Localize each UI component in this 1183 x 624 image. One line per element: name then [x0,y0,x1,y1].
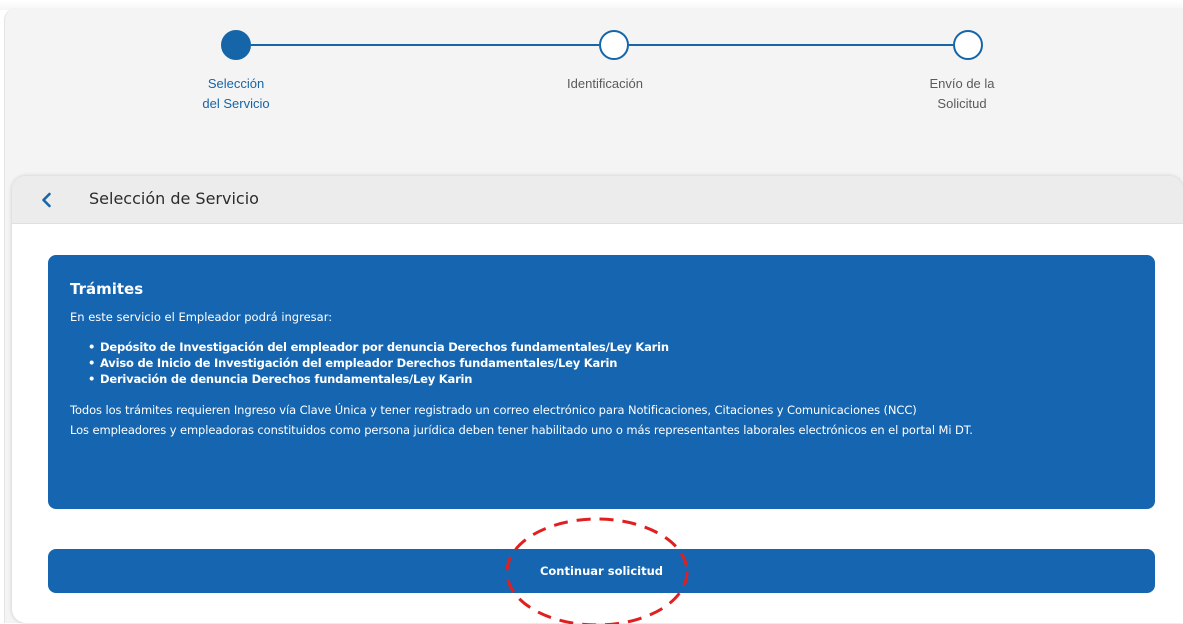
step-3-label: Envío de la Solicitud [929,76,995,111]
legal-entity-text: Los empleadores y empleadoras constituid… [70,423,973,437]
step-2-dot [599,30,629,60]
tramites-title: Trámites [70,280,144,298]
tramites-panel: Trámites En este servicio el Empleador p… [48,255,1155,509]
list-item: Depósito de Investigación del empleador … [88,339,1133,355]
page: Selección del Servicio Identificación En… [0,0,1183,624]
stepper-line-2 [629,44,953,46]
card-header: Selección de Servicio [12,176,1183,224]
chevron-left-icon[interactable] [38,191,56,209]
step-1-label: Selección del Servicio [202,76,270,111]
tramites-list: Depósito de Investigación del empleador … [88,339,1133,387]
tramites-intro: En este servicio el Empleador podrá ingr… [70,310,333,324]
step-3-dot [953,30,983,60]
list-item: Derivación de denuncia Derechos fundamen… [88,371,1133,387]
card-title: Selección de Servicio [89,189,259,208]
list-item: Aviso de Inicio de Investigación del emp… [88,355,1133,371]
step-2-label: Identificación [567,76,643,91]
stepper-line-1 [251,44,599,46]
service-card: Selección de Servicio Trámites En este s… [12,176,1183,623]
step-1-dot [221,30,251,60]
continue-request-button[interactable]: Continuar solicitud [48,549,1155,593]
requirements-text: Todos los trámites requieren Ingreso vía… [70,403,917,417]
